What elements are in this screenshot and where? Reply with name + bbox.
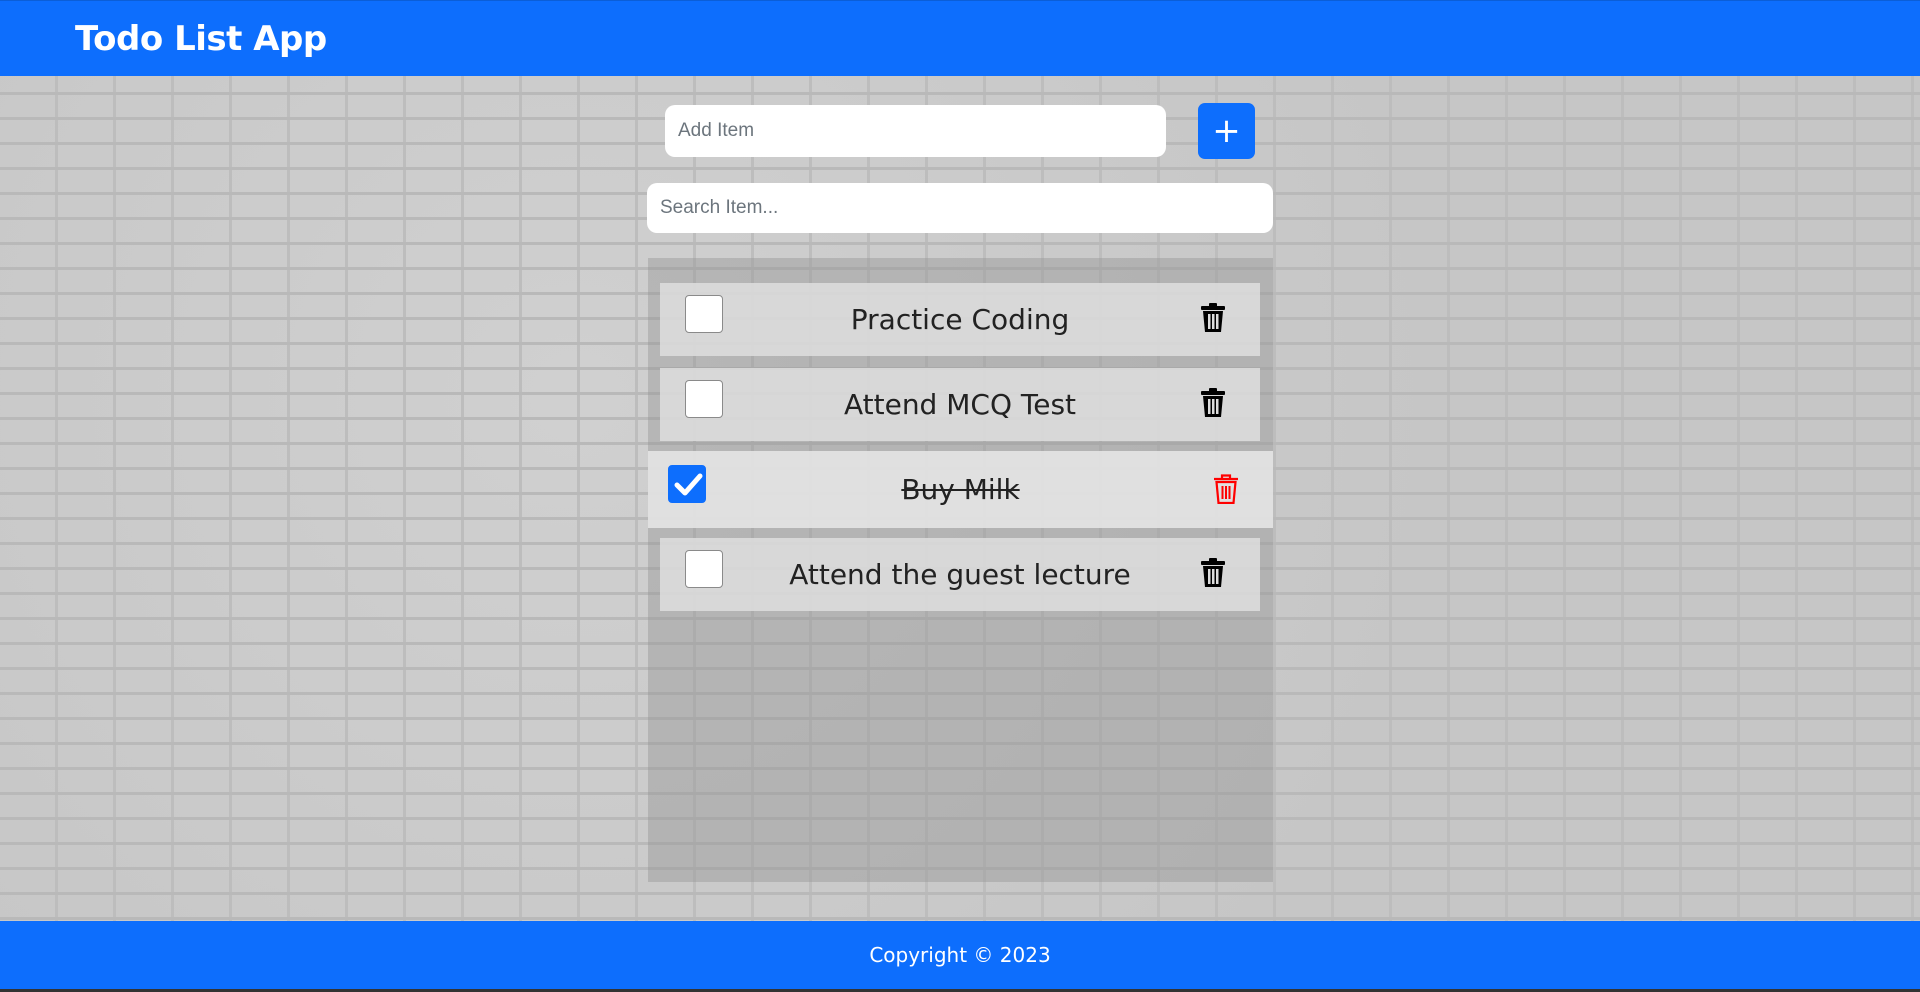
app-title: Todo List App — [75, 18, 327, 59]
add-item-input[interactable] — [665, 105, 1166, 157]
add-item-row: + — [665, 103, 1255, 159]
footer: Copyright © 2023 — [0, 921, 1920, 992]
add-item-button[interactable]: + — [1198, 103, 1255, 159]
todo-item: Attend MCQ Test — [660, 368, 1260, 441]
todo-text: Attend the guest lecture — [789, 558, 1131, 591]
todo-item: Buy Milk — [648, 451, 1273, 528]
trash-icon[interactable] — [1200, 303, 1226, 333]
todo-text: Practice Coding — [850, 303, 1070, 336]
todo-text: Attend MCQ Test — [843, 388, 1077, 421]
todo-item: Attend the guest lecture — [660, 538, 1260, 611]
todo-text: Buy Milk — [901, 473, 1020, 506]
trash-icon[interactable] — [1200, 558, 1226, 588]
trash-icon[interactable] — [1213, 474, 1239, 504]
todo-item: Practice Coding — [660, 283, 1260, 356]
trash-icon[interactable] — [1200, 388, 1226, 418]
search-input[interactable] — [647, 183, 1273, 233]
copyright-text: Copyright © 2023 — [869, 943, 1051, 967]
navbar: Todo List App — [0, 0, 1920, 76]
